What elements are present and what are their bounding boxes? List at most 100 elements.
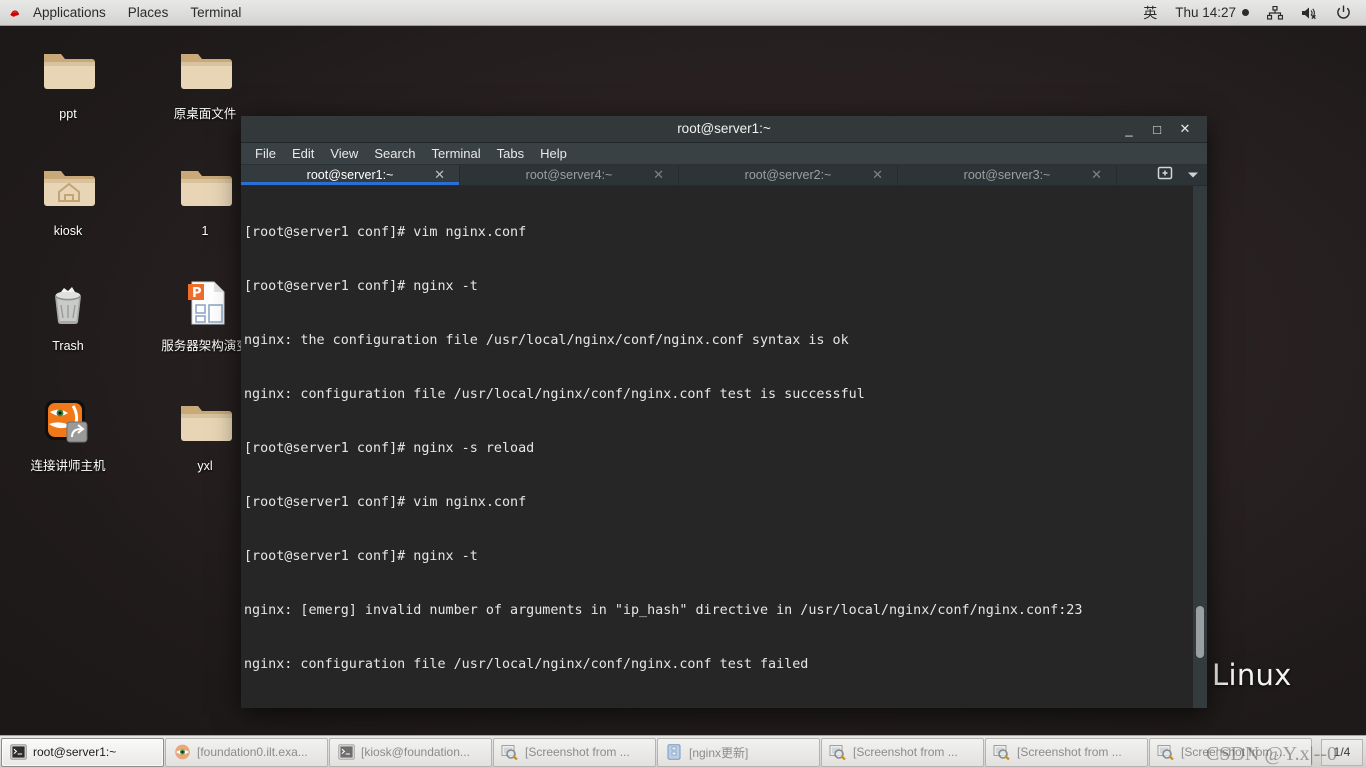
volume-muted-icon[interactable] xyxy=(1292,0,1327,25)
taskbar-label: [nginx更新] xyxy=(689,745,749,760)
panel-menu-group: Applications Places Terminal xyxy=(0,0,252,25)
network-icon[interactable] xyxy=(1258,0,1292,25)
tab-root-server1[interactable]: root@server1:~ ✕ xyxy=(241,165,460,185)
workspace-pager[interactable]: 1/4 xyxy=(1321,738,1363,766)
terminal-line: [root@server1 conf]# vim nginx.conf xyxy=(244,495,527,510)
terminal-line: [root@server1 conf]# nginx -t xyxy=(244,549,478,564)
terminal-line: nginx: [emerg] invalid number of argumen… xyxy=(244,603,1083,618)
window-controls: _ □ ✕ xyxy=(1115,116,1207,142)
desktop-icon-original-desktop-files[interactable]: 原桌面文件 xyxy=(146,40,264,122)
terminal-menubar: File Edit View Search Terminal Tabs Help xyxy=(241,143,1207,165)
terminal-tabbar: root@server1:~ ✕ root@server4:~ ✕ root@s… xyxy=(241,165,1207,186)
taskbar-label: [Screenshot from ... xyxy=(525,745,630,759)
desktop-icon-label: Trash xyxy=(52,339,84,353)
presentation-file-icon: P xyxy=(174,272,236,334)
taskbar-label: root@server1:~ xyxy=(33,745,117,759)
close-icon[interactable]: ✕ xyxy=(1091,167,1102,183)
desktop-icon-ppt[interactable]: ppt xyxy=(9,40,127,122)
menu-file[interactable]: File xyxy=(247,143,284,164)
tab-root-server2[interactable]: root@server2:~ ✕ xyxy=(679,165,898,185)
menu-applications[interactable]: Applications xyxy=(22,0,117,25)
remote-desktop-icon xyxy=(37,392,99,454)
clock-text: Thu 14:27 xyxy=(1175,5,1236,20)
screenshot-icon xyxy=(1157,743,1175,761)
menu-places[interactable]: Places xyxy=(117,0,180,25)
menu-edit[interactable]: Edit xyxy=(284,143,322,164)
chevron-down-icon[interactable] xyxy=(1187,166,1199,184)
terminal-title: root@server1:~ xyxy=(677,121,771,136)
menu-terminal[interactable]: Terminal xyxy=(424,143,489,164)
taskbar-label: [Screenshot from ... xyxy=(1017,745,1122,759)
trash-icon xyxy=(37,272,99,334)
tab-label: root@server2:~ xyxy=(744,168,832,182)
maximize-button[interactable]: □ xyxy=(1143,116,1171,142)
tab-root-server4[interactable]: root@server4:~ ✕ xyxy=(460,165,679,185)
taskbar-item-screenshot-2[interactable]: [Screenshot from ... xyxy=(821,737,984,767)
folder-icon xyxy=(174,157,236,219)
desktop-icon-label: 原桌面文件 xyxy=(173,107,237,121)
tabbar-tools xyxy=(1149,165,1207,185)
close-icon[interactable]: ✕ xyxy=(434,167,445,183)
tab-root-server3[interactable]: root@server3:~ ✕ xyxy=(898,165,1117,185)
taskbar-item-root-server1[interactable]: root@server1:~ xyxy=(1,737,164,767)
archive-icon xyxy=(665,743,683,761)
taskbar-label: [foundation0.ilt.exa... xyxy=(197,745,308,759)
taskbar: root@server1:~ [foundation0.ilt.exa... [… xyxy=(0,735,1366,768)
desktop-icon-label: 服务器架构演变 xyxy=(161,339,249,353)
tab-label: root@server4:~ xyxy=(525,168,613,182)
terminal-line: [root@server1 conf]# nginx -t xyxy=(244,279,478,294)
folder-icon xyxy=(174,40,236,102)
scrollbar-thumb[interactable] xyxy=(1196,606,1204,658)
new-tab-icon[interactable] xyxy=(1157,165,1173,185)
menu-search[interactable]: Search xyxy=(366,143,423,164)
taskbar-item-foundation0-vnc[interactable]: [foundation0.ilt.exa... xyxy=(165,737,328,767)
panel-tray: 英 Thu 14:27 xyxy=(1134,0,1366,25)
desktop-icon-label: ppt xyxy=(59,107,77,121)
menu-tabs[interactable]: Tabs xyxy=(489,143,532,164)
close-button[interactable]: ✕ xyxy=(1171,116,1199,142)
desktop-icon-trash[interactable]: Trash xyxy=(9,272,127,354)
taskbar-item-screenshot-1[interactable]: [Screenshot from ... xyxy=(493,737,656,767)
terminal-titlebar[interactable]: root@server1:~ _ □ ✕ xyxy=(241,116,1207,143)
desktop-icon-connect-instructor-host[interactable]: 连接讲师主机 xyxy=(9,392,127,474)
desktop-icon-label: yxl xyxy=(197,459,213,473)
home-folder-icon xyxy=(37,157,99,219)
terminal-output: [root@server1 conf]# vim nginx.conf [roo… xyxy=(241,186,1193,708)
terminal-body[interactable]: [root@server1 conf]# vim nginx.conf [roo… xyxy=(241,186,1207,708)
menu-view[interactable]: View xyxy=(322,143,366,164)
top-panel: Applications Places Terminal 英 Thu 14:27 xyxy=(0,0,1366,26)
screenshot-icon xyxy=(829,743,847,761)
desktop-icon-kiosk-home[interactable]: kiosk xyxy=(9,157,127,239)
taskbar-label: [kiosk@foundation... xyxy=(361,745,470,759)
screenshot-icon xyxy=(993,743,1011,761)
folder-icon xyxy=(174,392,236,454)
menu-terminal[interactable]: Terminal xyxy=(179,0,252,25)
vnc-icon xyxy=(173,743,191,761)
terminal-line: nginx: configuration file /usr/local/ngi… xyxy=(244,657,809,672)
redhat-logo-icon xyxy=(0,6,22,20)
input-method-indicator[interactable]: 英 xyxy=(1134,0,1166,25)
menu-help[interactable]: Help xyxy=(532,143,575,164)
taskbar-item-nginx-update[interactable]: [nginx更新] xyxy=(657,737,820,767)
desktop-icon-label: kiosk xyxy=(53,224,83,238)
close-icon[interactable]: ✕ xyxy=(653,167,664,183)
minimize-button[interactable]: _ xyxy=(1115,116,1143,142)
tab-label: root@server3:~ xyxy=(963,168,1051,182)
desktop-icon-label: 1 xyxy=(201,224,209,238)
folder-icon xyxy=(37,40,99,102)
desktop-icon-label: 连接讲师主机 xyxy=(30,459,106,473)
taskbar-item-screenshot-3[interactable]: [Screenshot from ... xyxy=(985,737,1148,767)
clock-dot-icon xyxy=(1242,9,1249,16)
taskbar-item-kiosk-foundation[interactable]: [kiosk@foundation... xyxy=(329,737,492,767)
power-icon[interactable] xyxy=(1327,0,1360,25)
desktop-icon-area: ppt 原桌面文件 kiosk 1 Trash P 服务器架构演变 连接讲师主机… xyxy=(0,26,250,726)
taskbar-label: [Screenshot from ... xyxy=(1181,745,1286,759)
close-icon[interactable]: ✕ xyxy=(872,167,883,183)
terminal-line: nginx: the configuration file /usr/local… xyxy=(244,333,849,348)
taskbar-item-screenshot-4[interactable]: [Screenshot from ... xyxy=(1149,737,1312,767)
terminal-line: [root@server1 conf]# vim nginx.conf xyxy=(244,225,527,240)
terminal-line: nginx: configuration file /usr/local/ngi… xyxy=(244,387,865,402)
clock[interactable]: Thu 14:27 xyxy=(1166,0,1258,25)
taskbar-label: [Screenshot from ... xyxy=(853,745,958,759)
terminal-scrollbar[interactable] xyxy=(1193,186,1207,708)
